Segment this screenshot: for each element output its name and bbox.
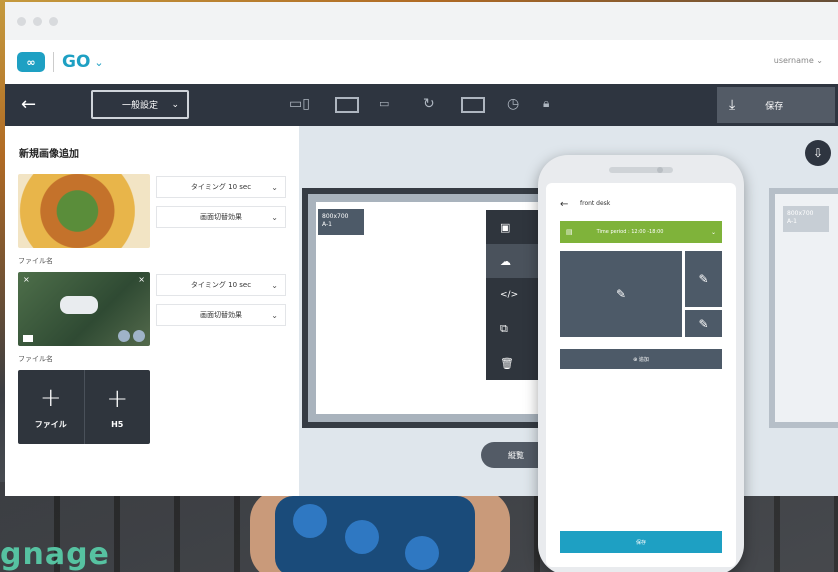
- mobile-save-button[interactable]: 保存: [560, 531, 722, 553]
- mobile-page-title: front desk: [580, 200, 611, 207]
- chevron-down-icon: ⌄: [271, 182, 278, 192]
- trash-icon: 🗑︎: [500, 356, 514, 370]
- code-icon: </>: [500, 290, 519, 300]
- refresh-icon[interactable]: ↻: [423, 96, 435, 112]
- media-list-panel: 新規画像追加 ファイル名 タイミング 10 sec ⌄ 画面切替効果 ⌄ × ×…: [5, 126, 299, 496]
- timing-label: タイミング 10 sec: [190, 281, 252, 289]
- transition-dropdown[interactable]: 画面切替効果 ⌄: [156, 304, 286, 326]
- app-header: ∞ GO ⌄ username ⌄: [5, 40, 838, 84]
- close-icon[interactable]: ×: [23, 275, 30, 284]
- add-h5-label: H5: [111, 419, 124, 429]
- save-button-label: 保存: [765, 101, 784, 112]
- cloud-icon: ☁: [500, 254, 511, 268]
- ticker-icon[interactable]: ▭: [379, 97, 389, 110]
- background-app-icon: [405, 536, 439, 570]
- media-filename: ファイル名: [18, 355, 53, 363]
- layout-zone-side-bottom[interactable]: ✎: [685, 310, 722, 337]
- media-thumbnail-car[interactable]: × ×: [18, 272, 150, 346]
- close-icon[interactable]: ×: [138, 275, 145, 284]
- add-file-button[interactable]: + ファイル: [18, 370, 84, 444]
- video-icon[interactable]: [461, 97, 485, 113]
- menu-item-image[interactable]: ▣: [486, 210, 546, 244]
- transition-dropdown[interactable]: 画面切替効果 ⌄: [156, 206, 286, 228]
- media-filename: ファイル名: [18, 257, 53, 265]
- menu-item-cloud[interactable]: ☁: [486, 244, 546, 278]
- time-period-label: Time period : 12:00 -18:00: [596, 229, 664, 235]
- download-icon: ⤓: [729, 97, 736, 113]
- clock-icon[interactable]: ◷: [507, 96, 519, 112]
- pencil-icon: ✎: [615, 287, 627, 301]
- general-settings-select[interactable]: 一般設定 ⌄: [91, 90, 189, 119]
- car-image: [60, 296, 98, 314]
- layout-zone-main[interactable]: ✎: [560, 251, 682, 337]
- screen-preview-secondary[interactable]: 800x700 A-1: [769, 188, 838, 428]
- image-edit-icon[interactable]: [335, 97, 359, 113]
- chevron-down-icon: ⌄: [271, 212, 278, 222]
- timing-label: タイミング 10 sec: [190, 183, 252, 191]
- resolution-badge: 800x700 A-1: [783, 206, 829, 232]
- transition-label: 画面切替効果: [200, 311, 242, 319]
- back-arrow-icon[interactable]: ←: [560, 199, 568, 210]
- add-media-tiles: + ファイル + H5: [18, 370, 150, 444]
- timing-dropdown[interactable]: タイミング 10 sec ⌄: [156, 274, 286, 296]
- copy-icon: ⧉: [500, 322, 508, 335]
- chevron-down-icon: ⌄: [271, 310, 278, 320]
- menu-item-code[interactable]: </>: [486, 278, 546, 312]
- general-settings-label: 一般設定: [121, 101, 158, 111]
- chevron-down-icon: ⌄: [710, 228, 716, 236]
- chevron-down-icon[interactable]: ⌄: [94, 56, 103, 69]
- delete-icon[interactable]: [133, 330, 145, 342]
- window-titlebar: [5, 2, 838, 40]
- add-h5-button[interactable]: + H5: [83, 370, 151, 444]
- layout-zone-side-top[interactable]: ✎: [685, 251, 722, 307]
- background-app-icon: [293, 504, 327, 538]
- video-badge-icon: [23, 335, 33, 342]
- plus-icon: +: [39, 382, 62, 413]
- pencil-icon: ✎: [698, 316, 709, 331]
- window-maximize-dot[interactable]: [49, 16, 58, 26]
- username-label: username: [773, 56, 814, 65]
- save-button[interactable]: ⤓ 保存: [717, 87, 835, 123]
- timing-dropdown[interactable]: タイミング 10 sec ⌄: [156, 176, 286, 198]
- settings-icon[interactable]: [118, 330, 130, 342]
- plus-icon: +: [106, 383, 129, 414]
- chevron-down-icon: ⌄: [816, 56, 823, 65]
- menu-item-delete[interactable]: 🗑︎: [486, 346, 546, 380]
- context-menu: ▣ ☁ </> ⧉ 🗑︎: [486, 210, 546, 380]
- resolution-badge: 800x700 A-1: [318, 209, 364, 235]
- export-icon[interactable]: ⇩: [805, 140, 831, 166]
- lock-icon[interactable]: 🔒︎: [543, 96, 549, 111]
- mobile-screen: ← front desk ▤ Time period : 12:00 -18:0…: [546, 183, 736, 567]
- calendar-icon: ▤: [566, 228, 573, 236]
- logo-icon[interactable]: ∞: [17, 52, 45, 72]
- background-app-icon: [345, 520, 379, 554]
- chevron-down-icon: ⌄: [171, 99, 179, 110]
- devices-icon[interactable]: ▭▯: [289, 96, 310, 112]
- app-switcher-label[interactable]: GO: [62, 52, 90, 72]
- editor-toolbar: ← 一般設定 ⌄ ▭▯ ▭ ↻ ◷ 🔒︎ ⤓ 保存: [5, 84, 838, 126]
- user-menu[interactable]: username ⌄: [774, 56, 823, 65]
- back-arrow-icon[interactable]: ←: [21, 94, 36, 115]
- window-minimize-dot[interactable]: [33, 16, 42, 26]
- menu-item-copy[interactable]: ⧉: [486, 312, 546, 346]
- pencil-icon: ✎: [698, 272, 709, 286]
- add-file-label: ファイル: [34, 419, 67, 429]
- footer-brand-text: gnage: [0, 537, 110, 572]
- phone-camera: [657, 167, 663, 173]
- transition-label: 画面切替効果: [200, 213, 242, 221]
- background-phone: [275, 496, 475, 572]
- window-close-dot[interactable]: [17, 16, 26, 26]
- image-icon: ▣: [500, 220, 511, 234]
- phone-speaker: [609, 167, 673, 173]
- chevron-down-icon: ⌄: [271, 280, 278, 290]
- add-button[interactable]: ⊕ 追加: [560, 349, 722, 369]
- mobile-device: ← front desk ▤ Time period : 12:00 -18:0…: [538, 155, 744, 572]
- time-period-select[interactable]: ▤ Time period : 12:00 -18:00 ⌄: [560, 221, 722, 243]
- media-thumbnail-burger[interactable]: [18, 174, 150, 248]
- panel-title: 新規画像追加: [19, 149, 79, 160]
- logo-divider: [53, 52, 54, 72]
